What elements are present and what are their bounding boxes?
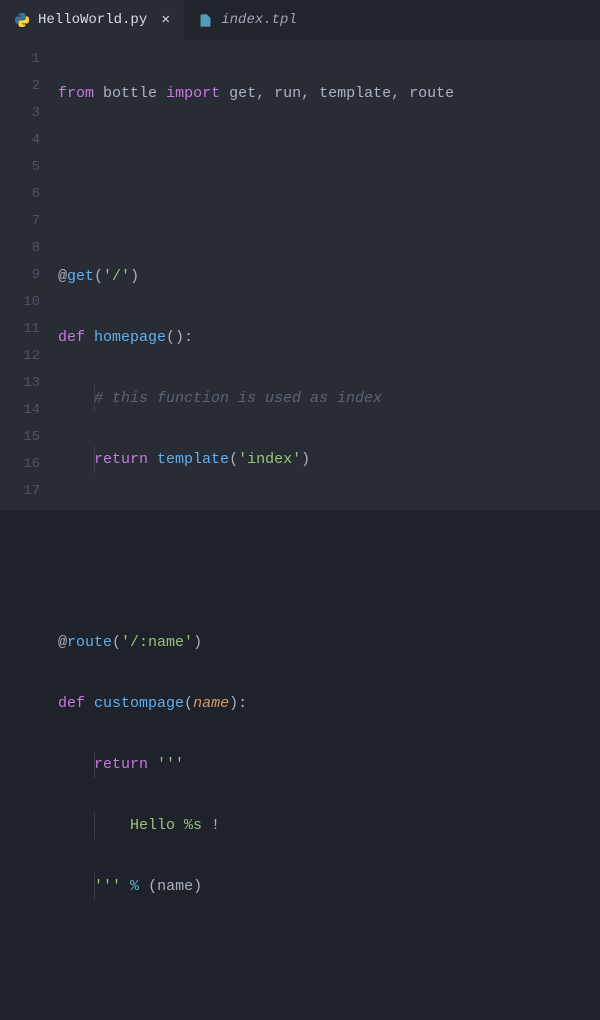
code-line: return template('index'): [58, 446, 592, 473]
code-line: [58, 934, 592, 961]
code-editor[interactable]: 1 2 3 4 5 6 7 8 9 10 11 12 13 14 15 16 1…: [0, 40, 600, 510]
line-number: 5: [0, 154, 40, 181]
tab-label: index.tpl: [221, 12, 297, 28]
line-number: 4: [0, 127, 40, 154]
file-icon: [198, 13, 213, 28]
line-number: 16: [0, 451, 40, 478]
code-line: # this function is used as index: [58, 385, 592, 412]
line-number: 17: [0, 478, 40, 505]
code-line: ''' % (name): [58, 873, 592, 900]
line-number: 13: [0, 370, 40, 397]
code-line: @get('/'): [58, 263, 592, 290]
code-line: from bottle import get, run, template, r…: [58, 80, 592, 107]
line-number: 9: [0, 262, 40, 289]
close-icon[interactable]: ×: [161, 13, 170, 28]
line-number: 2: [0, 73, 40, 100]
code-area[interactable]: from bottle import get, run, template, r…: [58, 46, 600, 510]
line-number: 7: [0, 208, 40, 235]
line-number: 3: [0, 100, 40, 127]
line-number: 15: [0, 424, 40, 451]
code-line: @route('/:name'): [58, 629, 592, 656]
code-line: def homepage():: [58, 324, 592, 351]
python-icon: [14, 12, 30, 28]
code-line: Hello %s !: [58, 812, 592, 839]
line-number: 10: [0, 289, 40, 316]
code-line: [58, 507, 592, 534]
tab-label: HelloWorld.py: [38, 12, 147, 28]
line-number: 14: [0, 397, 40, 424]
code-line: [58, 141, 592, 168]
tab-bar: HelloWorld.py × index.tpl: [0, 0, 600, 40]
tab-indextpl[interactable]: index.tpl: [184, 0, 311, 40]
line-number: 11: [0, 316, 40, 343]
line-number-gutter: 1 2 3 4 5 6 7 8 9 10 11 12 13 14 15 16 1…: [0, 46, 58, 510]
code-line: [58, 202, 592, 229]
code-line: def custompage(name):: [58, 690, 592, 717]
line-number: 8: [0, 235, 40, 262]
code-line: [58, 995, 592, 1020]
line-number: 12: [0, 343, 40, 370]
line-number: 6: [0, 181, 40, 208]
line-number: 1: [0, 46, 40, 73]
tab-helloworld[interactable]: HelloWorld.py ×: [0, 0, 184, 40]
code-line: [58, 568, 592, 595]
code-line: return ''': [58, 751, 592, 778]
